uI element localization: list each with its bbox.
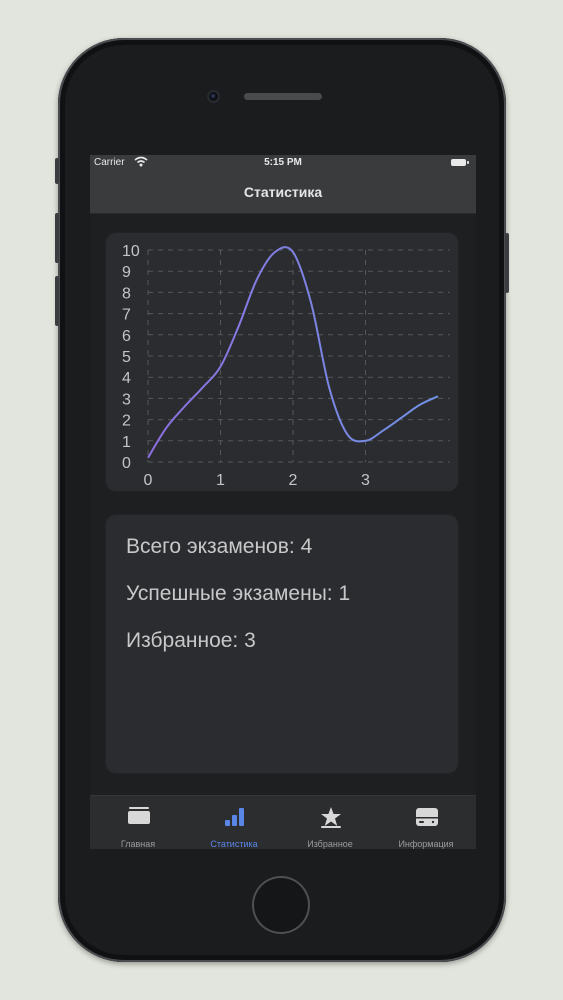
bar-chart-icon (225, 808, 244, 826)
tab-info-label: Информация (398, 839, 454, 849)
front-camera (207, 90, 220, 103)
tab-favorites[interactable]: Избранное (282, 796, 378, 849)
star-icon (321, 807, 341, 828)
y-tick-label: 3 (122, 391, 131, 408)
tab-statistics[interactable]: Статистика (186, 796, 282, 849)
total-exams-label: Всего экзаменов: 4 (126, 535, 313, 558)
mute-switch (55, 158, 59, 184)
power-button (505, 233, 509, 293)
favorites-count-label: Избранное: 3 (126, 629, 256, 652)
stats-card: Всего экзаменов: 4 Успешные экзамены: 1 … (106, 515, 458, 773)
home-cards-icon (128, 807, 150, 824)
y-tick-label: 8 (122, 285, 131, 302)
passed-exams-label: Успешные экзамены: 1 (126, 582, 351, 605)
earpiece-speaker (244, 93, 322, 100)
y-tick-label: 7 (122, 307, 131, 324)
y-tick-label: 10 (122, 243, 140, 260)
volume-up-button (55, 213, 59, 263)
x-tick-label: 1 (216, 472, 225, 489)
line-chart: 0 1 2 3 4 5 6 7 8 9 10 0 1 2 3 (122, 243, 450, 489)
y-tick-label: 5 (122, 349, 131, 366)
y-tick-label: 4 (122, 370, 131, 387)
info-card-icon (416, 808, 438, 826)
status-time: 5:15 PM (264, 157, 302, 168)
x-tick-label: 3 (361, 472, 370, 489)
tab-info[interactable]: Информация (378, 796, 474, 849)
y-tick-label: 0 (122, 455, 131, 472)
x-tick-label: 2 (289, 472, 298, 489)
y-tick-label: 1 (122, 434, 131, 451)
page-title: Статистика (243, 184, 323, 200)
x-tick-label: 0 (144, 472, 153, 489)
navigation-bar: Статистика (90, 171, 476, 214)
tab-home-label: Главная (120, 839, 156, 849)
app-screen: Carrier 5:15 PM Статистика 0 1 2 3 4 5 6 7 8 9 10 0… (90, 155, 476, 849)
battery-icon (451, 159, 469, 166)
status-bar: Carrier 5:15 PM (90, 155, 476, 171)
tab-bar: Главная Статистика Избранное Информация (90, 795, 476, 849)
tab-home[interactable]: Главная (90, 796, 186, 849)
y-tick-label: 6 (122, 328, 131, 345)
volume-down-button (55, 276, 59, 326)
y-tick-label: 9 (122, 264, 131, 281)
tab-favorites-label: Избранное (307, 839, 353, 849)
y-tick-label: 2 (122, 413, 131, 430)
chart-card: 0 1 2 3 4 5 6 7 8 9 10 0 1 2 3 (106, 233, 458, 491)
home-button[interactable] (252, 876, 310, 934)
tab-statistics-label: Статистика (210, 839, 258, 849)
